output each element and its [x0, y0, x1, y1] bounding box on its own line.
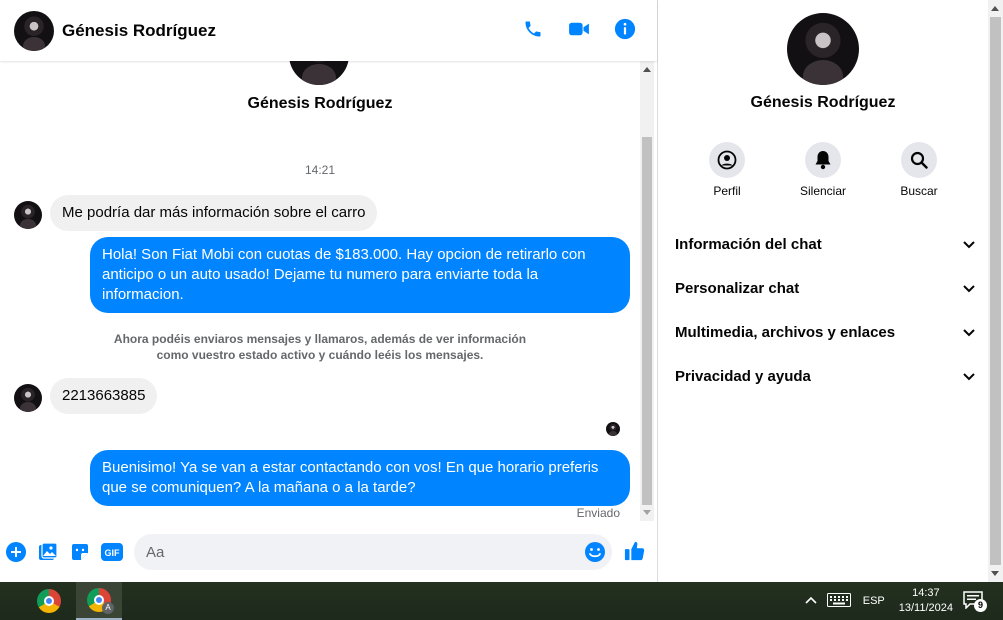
sender-avatar[interactable] [14, 201, 42, 229]
section-media-files-links[interactable]: Multimedia, archivos y enlaces [675, 310, 975, 354]
delivery-status: Enviado [576, 506, 620, 520]
message-input[interactable] [134, 534, 554, 570]
clock-date: 13/11/2024 [898, 602, 953, 614]
section-chat-info[interactable]: Información del chat [675, 222, 975, 266]
chevron-down-icon [963, 368, 975, 385]
chat-window: Génesis Rodríguez Génesis Rodríguez 14:2… [0, 0, 657, 582]
bell-icon [805, 142, 841, 178]
message-timestamp: 14:21 [304, 163, 336, 177]
panel-actions: Perfil Silenciar Buscar [658, 142, 988, 198]
scroll-thumb[interactable] [990, 17, 1001, 565]
contact-avatar[interactable] [14, 10, 54, 51]
profile-icon [709, 142, 745, 178]
message-input-box[interactable] [134, 534, 612, 570]
scroll-up-arrow[interactable] [991, 6, 999, 11]
mute-button[interactable]: Silenciar [793, 142, 853, 198]
chat-header: Génesis Rodríguez [0, 0, 657, 61]
gif-icon[interactable]: GIF [100, 541, 124, 563]
section-label: Multimedia, archivos y enlaces [675, 323, 896, 341]
conversation-contact-name: Génesis Rodríguez [247, 95, 393, 112]
message-incoming[interactable]: 2213663885 [50, 378, 158, 414]
conversation-avatar [289, 61, 349, 85]
chrome-profile-taskbar-icon[interactable]: A [76, 582, 122, 620]
smiley-icon[interactable] [584, 541, 606, 563]
message-scrollbar[interactable] [640, 61, 654, 521]
scroll-up-arrow[interactable] [643, 67, 651, 72]
message-composer: GIF [0, 524, 657, 580]
section-label: Información del chat [675, 235, 822, 253]
chevron-down-icon [963, 324, 975, 341]
info-icon[interactable] [613, 17, 637, 41]
search-icon [901, 142, 937, 178]
mute-label: Silenciar [799, 184, 847, 198]
sticker-icon[interactable] [69, 541, 91, 563]
search-button[interactable]: Buscar [889, 142, 949, 198]
thumbs-up-icon[interactable] [623, 539, 647, 563]
panel-sections: Información del chat Personalizar chat M… [675, 222, 975, 398]
task-view-icon[interactable] [0, 582, 8, 620]
system-clock[interactable]: 14:37 13/11/2024 [899, 586, 953, 616]
chrome-taskbar-icon[interactable] [26, 582, 72, 620]
scroll-down-arrow[interactable] [643, 510, 651, 515]
system-note: Ahora podéis enviaros mensajes y llamaro… [113, 332, 527, 362]
message-outgoing[interactable]: Hola! Son Fiat Mobi con cuotas de $183.0… [90, 237, 630, 313]
section-label: Personalizar chat [675, 279, 800, 297]
chevron-up-icon[interactable] [805, 595, 817, 607]
sender-avatar[interactable] [14, 384, 42, 412]
conversation-info-panel: Génesis Rodríguez Perfil Silenciar Busca… [658, 0, 988, 582]
chevron-down-icon [963, 236, 975, 253]
scroll-thumb[interactable] [642, 137, 652, 505]
chevron-down-icon [963, 280, 975, 297]
language-indicator[interactable]: ESP [863, 595, 885, 607]
system-tray: ESP 14:37 13/11/2024 9 [805, 582, 1003, 620]
search-label: Buscar [900, 184, 938, 198]
contact-name[interactable]: Génesis Rodríguez [62, 21, 216, 41]
notification-center-icon[interactable]: 9 [963, 591, 987, 612]
section-label: Privacidad y ayuda [675, 367, 811, 385]
chrome-icon [37, 589, 61, 613]
gif-label: GIF [105, 548, 121, 558]
notification-count: 9 [974, 599, 987, 612]
profile-button[interactable]: Perfil [697, 142, 757, 198]
page-scrollbar[interactable] [988, 0, 1003, 582]
video-camera-icon[interactable] [567, 17, 591, 41]
section-customize-chat[interactable]: Personalizar chat [675, 266, 975, 310]
read-receipt-avatar [606, 422, 620, 436]
message-list[interactable]: Génesis Rodríguez 14:21 Me podría dar má… [0, 61, 640, 521]
profile-label: Perfil [713, 184, 741, 198]
photo-icon[interactable] [37, 541, 59, 563]
phone-icon[interactable] [521, 17, 545, 41]
panel-contact-avatar[interactable] [787, 13, 859, 85]
panel-contact-name[interactable]: Génesis Rodríguez [658, 94, 988, 112]
message-incoming[interactable]: Me podría dar más información sobre el c… [50, 195, 378, 231]
clock-time: 14:37 [912, 587, 940, 599]
windows-taskbar: A ESP 14:37 13/11/2024 9 [0, 582, 1003, 620]
keyboard-icon[interactable] [826, 592, 851, 610]
add-icon[interactable] [5, 541, 27, 563]
message-outgoing[interactable]: Buenisimo! Ya se van a estar contactando… [90, 450, 630, 506]
section-privacy-help[interactable]: Privacidad y ayuda [675, 354, 975, 398]
chrome-profile-badge: A [102, 602, 114, 614]
scroll-down-arrow[interactable] [991, 571, 999, 576]
